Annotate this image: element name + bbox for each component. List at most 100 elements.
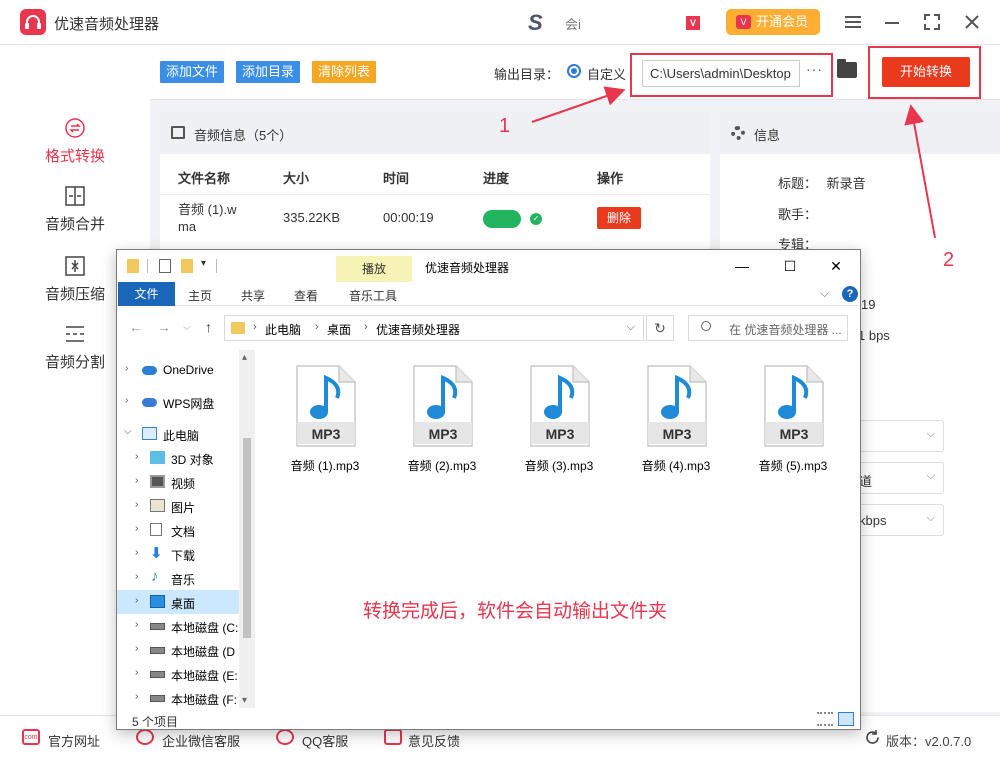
tree-item-onedrive[interactable]: › OneDrive	[117, 358, 239, 382]
up-arrow-icon[interactable]: ↑	[205, 319, 212, 335]
details-view-icon[interactable]	[817, 712, 833, 726]
scrollbar-thumb[interactable]	[243, 438, 251, 638]
tree-label: 桌面	[171, 597, 196, 611]
expand-icon[interactable]: ›	[135, 643, 138, 654]
expand-icon[interactable]: ›	[135, 547, 138, 558]
expand-icon[interactable]: ›	[135, 619, 138, 630]
qq-service-link[interactable]: QQ客服	[302, 731, 348, 750]
add-file-button[interactable]: 添加文件	[160, 61, 225, 83]
tree-item-documents[interactable]: › 文档	[117, 518, 239, 542]
forward-arrow-icon[interactable]: →	[157, 319, 171, 335]
tree-item-3d[interactable]: › 3D 对象	[117, 446, 239, 470]
tree-item-desktop[interactable]: › 桌面	[117, 590, 239, 614]
expand-icon[interactable]: ›	[135, 667, 138, 678]
tab-home[interactable]: 主页	[188, 287, 212, 304]
output-path-input[interactable]: C:\Users\admin\Desktop	[642, 60, 800, 87]
wechat-service-link[interactable]: 企业微信客服	[162, 731, 240, 750]
maximize-icon[interactable]	[920, 10, 944, 34]
tree-item-wps[interactable]: › WPS网盘	[117, 390, 239, 414]
tree-item-disk-e[interactable]: › 本地磁盘 (E:	[117, 662, 239, 686]
custom-radio[interactable]	[567, 64, 581, 78]
file-item[interactable]: MP3 音频 (4).mp3	[631, 364, 721, 474]
collapse-icon[interactable]: ⌵	[124, 426, 132, 437]
tree-item-disk-c[interactable]: › 本地磁盘 (C:	[117, 614, 239, 638]
sidebar-item-audio-merge[interactable]: 音频合并	[0, 185, 150, 234]
folder-icon	[231, 322, 245, 334]
scroll-down-icon[interactable]: ▾	[242, 695, 247, 706]
annotation-number-1: 1	[499, 115, 511, 137]
open-folder-icon[interactable]	[837, 59, 857, 78]
sidebar-item-format-convert[interactable]: 格式转换	[0, 117, 150, 166]
sidebar-item-label: 音频合并	[44, 216, 105, 233]
minimize-icon[interactable]	[880, 10, 904, 34]
close-icon[interactable]	[960, 10, 984, 34]
tab-view[interactable]: 查看	[294, 287, 318, 304]
clear-list-button[interactable]: 清除列表	[312, 61, 377, 83]
file-item[interactable]: MP3 音频 (5).mp3	[748, 364, 838, 474]
recent-dropdown-icon[interactable]: ⌵	[183, 322, 191, 333]
tree-item-this-pc[interactable]: ⌵ 此电脑	[117, 422, 239, 446]
channel-select[interactable]: 道 ⌵	[850, 462, 944, 494]
menu-icon[interactable]	[841, 10, 865, 34]
expand-icon[interactable]: ›	[135, 571, 138, 582]
format-select[interactable]: ⌵	[850, 420, 944, 452]
website-link[interactable]: 官方网址	[48, 731, 100, 750]
conversion-complete-message: 转换完成后，软件会自动输出文件夹	[363, 601, 668, 622]
tab-share[interactable]: 共享	[241, 287, 265, 304]
address-bar[interactable]: › 此电脑 › 桌面 › 优速音频处理器 ⌵	[224, 315, 644, 341]
qa-dropdown-icon[interactable]: ▾	[201, 258, 206, 269]
expand-icon[interactable]: ›	[135, 475, 138, 486]
separator	[147, 259, 148, 273]
breadcrumb-desktop[interactable]: 桌面	[327, 321, 351, 338]
open-vip-button[interactable]: V 开通会员	[726, 9, 820, 35]
tree-item-music[interactable]: › ♪ 音乐	[117, 566, 239, 590]
website-icon: com	[22, 729, 40, 745]
properties-icon[interactable]	[159, 259, 171, 273]
tree-item-disk-f[interactable]: › 本地磁盘 (F:	[117, 686, 239, 708]
breadcrumb-current-folder[interactable]: 优速音频处理器	[376, 321, 460, 338]
tree-item-downloads[interactable]: › ⬇ 下载	[117, 542, 239, 566]
expand-icon[interactable]: ›	[135, 595, 138, 606]
bitrate-select[interactable]: kbps ⌵	[850, 504, 944, 536]
start-convert-button[interactable]: 开始转换	[882, 57, 970, 87]
scroll-up-icon[interactable]: ▴	[242, 352, 247, 363]
explorer-minimize-icon[interactable]: —	[728, 254, 756, 278]
expand-icon[interactable]: ›	[135, 451, 138, 462]
tree-item-videos[interactable]: › 视频	[117, 470, 239, 494]
tab-file[interactable]: 文件	[118, 282, 175, 306]
address-dropdown-icon[interactable]: ⌵	[627, 321, 635, 334]
feedback-link[interactable]: 意见反馈	[408, 731, 460, 750]
disk-icon	[150, 671, 165, 678]
breadcrumb-this-pc[interactable]: 此电脑	[265, 321, 301, 338]
tree-scrollbar[interactable]: ▴ ▾	[239, 350, 255, 708]
expand-icon[interactable]: ›	[135, 691, 138, 702]
tab-music-tools[interactable]: 音乐工具	[349, 287, 397, 304]
browse-more-button[interactable]: ···	[806, 61, 823, 77]
tree-item-pictures[interactable]: › 图片	[117, 494, 239, 518]
expand-icon[interactable]: ›	[125, 363, 128, 374]
large-icons-view-icon[interactable]	[838, 712, 854, 726]
back-arrow-icon[interactable]: ←	[129, 319, 143, 335]
help-icon[interactable]: ?	[842, 286, 858, 302]
expand-icon[interactable]: ›	[135, 499, 138, 510]
file-item[interactable]: MP3 音频 (2).mp3	[397, 364, 487, 474]
tree-label: 本地磁盘 (D	[171, 645, 235, 659]
table-row[interactable]: 音频 (1).w ma 335.22KB 00:00:19 ✓ 删除	[160, 194, 710, 242]
file-name: 音频 (3).mp3	[524, 459, 594, 473]
new-folder-icon[interactable]	[181, 259, 193, 273]
tree-item-disk-d[interactable]: › 本地磁盘 (D	[117, 638, 239, 662]
delete-button[interactable]: 删除	[597, 207, 641, 229]
vip-small-icon[interactable]: V	[686, 16, 700, 30]
ribbon-expand-icon[interactable]: ⌵	[820, 286, 829, 301]
file-item[interactable]: MP3 音频 (3).mp3	[514, 364, 604, 474]
refresh-icon[interactable]: ↻	[646, 315, 674, 341]
expand-icon[interactable]: ›	[135, 523, 138, 534]
add-directory-button[interactable]: 添加目录	[236, 61, 301, 83]
search-input[interactable]: 在 优速音频处理器 ...	[688, 315, 848, 341]
expand-icon[interactable]: ›	[125, 395, 128, 406]
explorer-maximize-icon[interactable]: ☐	[776, 254, 804, 278]
file-item[interactable]: MP3 音频 (1).mp3	[280, 364, 370, 474]
explorer-close-icon[interactable]: ✕	[822, 254, 850, 278]
tree-label: 图片	[171, 501, 196, 515]
context-tab-play[interactable]: 播放	[336, 256, 412, 282]
